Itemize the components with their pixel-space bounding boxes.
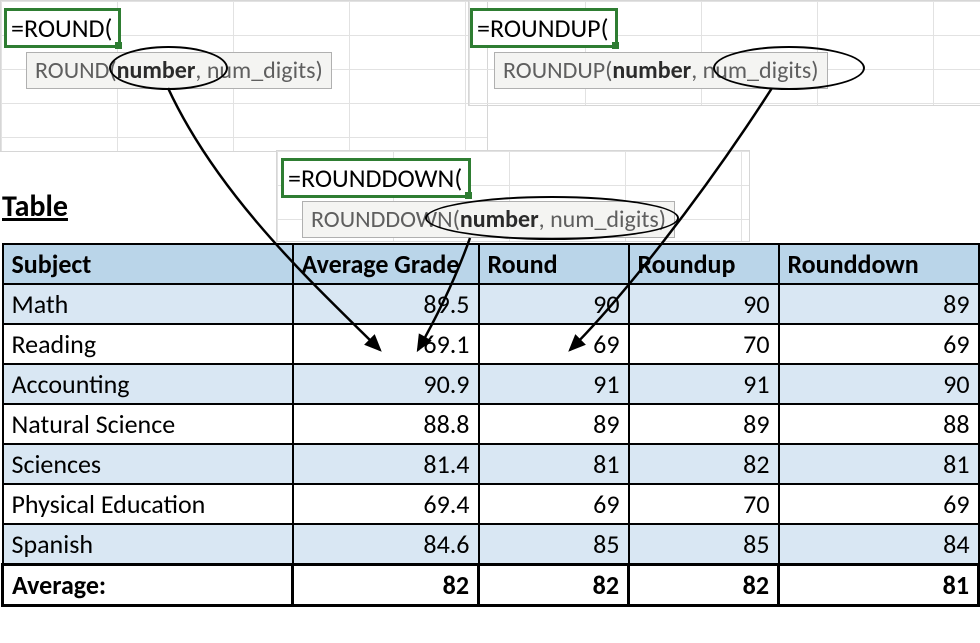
rounding-table: Subject Average Grade Round Roundup Roun… [1,243,980,607]
tip-arg-bold: number [612,56,691,85]
cell-avg: 89.5 [293,284,479,324]
formula-text: =ROUNDDOWN( [288,162,462,194]
cell-rounddown: 90 [779,364,979,404]
tip-fn: ROUNDDOWN( [311,205,460,234]
tooltip-round: ROUND(number, num_digits) [26,52,332,89]
table-row: Natural Science 88.8 89 89 88 [3,404,979,444]
cell-avg: 81.4 [293,444,479,484]
cell-roundup: 91 [629,364,779,404]
cell-round: 85 [479,524,629,565]
cell-rounddown: 88 [779,404,979,444]
cell-avg-avg: 82 [293,565,479,606]
cell-round: 69 [479,484,629,524]
tip-rest: , num_digits) [195,56,322,85]
table-row: Sciences 81.4 81 82 81 [3,444,979,484]
cell-roundup: 89 [629,404,779,444]
table-average-row: Average: 82 82 82 81 [3,565,979,606]
cell-round: 69 [479,324,629,364]
cell-subject: Sciences [3,444,293,484]
cell-avg: 88.8 [293,404,479,444]
cell-subject: Reading [3,324,293,364]
col-rounddown: Rounddown [779,244,979,284]
cell-roundup: 90 [629,284,779,324]
col-subject: Subject [3,244,293,284]
tooltip-roundup: ROUNDUP(number, num_digits) [494,52,828,89]
tooltip-rounddown: ROUNDDOWN(number, num_digits) [302,201,675,238]
formula-input-roundup[interactable]: =ROUNDUP( [470,8,618,48]
cell-rounddown: 81 [779,444,979,484]
table-row: Math 89.5 90 90 89 [3,284,979,324]
cell-rounddown: 89 [779,284,979,324]
cell-subject: Physical Education [3,484,293,524]
col-round: Round [479,244,629,284]
tip-arg-bold: number [117,56,196,85]
cell-rounddown: 84 [779,524,979,565]
cell-subject: Spanish [3,524,293,565]
cell-roundup: 85 [629,524,779,565]
tip-rest: , num_digits) [691,56,818,85]
cell-avg: 69.4 [293,484,479,524]
formula-text: =ROUND( [11,12,112,44]
tip-rest: , num_digits) [539,205,666,234]
cell-avg: 69.1 [293,324,479,364]
formula-text: =ROUNDUP( [477,12,609,44]
cell-avg-label: Average: [3,565,293,606]
col-roundup: Roundup [629,244,779,284]
cell-avg-roundup: 82 [629,565,779,606]
table-row: Physical Education 69.4 69 70 69 [3,484,979,524]
col-average: Average Grade [293,244,479,284]
formula-input-round[interactable]: =ROUND( [4,8,121,48]
table-title: Table [2,188,68,225]
tip-fn: ROUND( [35,56,117,85]
cell-avg-round: 82 [479,565,629,606]
cell-round: 89 [479,404,629,444]
table-row: Accounting 90.9 91 91 90 [3,364,979,404]
cell-subject: Accounting [3,364,293,404]
table-row: Reading 69.1 69 70 69 [3,324,979,364]
cell-subject: Natural Science [3,404,293,444]
cell-subject: Math [3,284,293,324]
cell-round: 91 [479,364,629,404]
tip-arg-bold: number [460,205,539,234]
cell-rounddown: 69 [779,324,979,364]
cell-rounddown: 69 [779,484,979,524]
tip-fn: ROUNDUP( [503,56,612,85]
cell-roundup: 70 [629,324,779,364]
cell-roundup: 82 [629,444,779,484]
cell-round: 90 [479,284,629,324]
cell-roundup: 70 [629,484,779,524]
formula-input-rounddown[interactable]: =ROUNDDOWN( [281,158,471,198]
table-header-row: Subject Average Grade Round Roundup Roun… [3,244,979,284]
cell-avg-rounddown: 81 [779,565,979,606]
cell-avg: 84.6 [293,524,479,565]
cell-avg: 90.9 [293,364,479,404]
table-row: Spanish 84.6 85 85 84 [3,524,979,565]
cell-round: 81 [479,444,629,484]
